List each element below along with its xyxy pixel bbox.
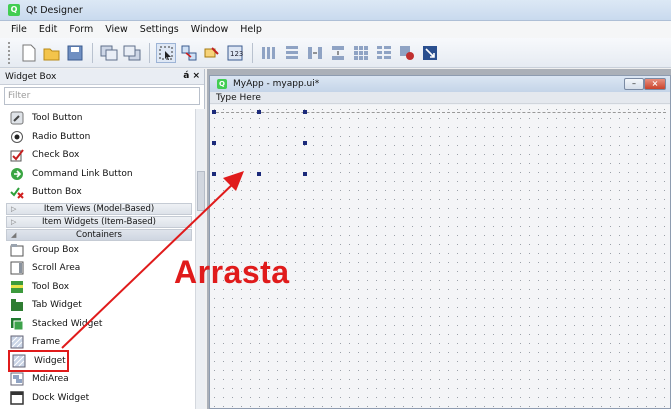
svg-text:123: 123 [230, 50, 243, 58]
category-containers[interactable]: ◢ Containers [6, 228, 192, 241]
tab-widget-icon [10, 298, 24, 312]
selection-handle[interactable] [303, 172, 307, 176]
form-menubar[interactable]: Type Here [210, 92, 670, 104]
title-bar: Q Qt Designer [0, 0, 671, 21]
toolbar-separator [149, 42, 150, 63]
drag-annotation-text: Arrasta [174, 254, 290, 290]
button-box-icon [10, 185, 24, 199]
selection-handle[interactable] [212, 141, 216, 145]
layout-grid-icon[interactable] [351, 43, 371, 63]
widget-item-frame[interactable]: Frame [4, 333, 194, 352]
category-item-views[interactable]: ▷ Item Views (Model-Based) [6, 202, 192, 215]
qt-logo-icon: Q [8, 4, 20, 16]
widget-icon [12, 354, 26, 368]
selection-handle[interactable] [257, 172, 261, 176]
layout-vertical-splitter-icon[interactable] [328, 43, 348, 63]
edit-signals-slots-icon[interactable] [179, 43, 199, 63]
expand-arrow-icon: ▷ [11, 217, 17, 226]
form-title-bar[interactable]: Q MyApp - myapp.ui* – × [210, 76, 670, 92]
bring-to-front-icon[interactable] [122, 43, 142, 63]
edit-buddies-icon[interactable] [202, 43, 222, 63]
tool-button-icon [10, 111, 24, 125]
widget-item-mdi-area[interactable]: MdiArea [4, 370, 194, 389]
layout-form-icon[interactable] [374, 43, 394, 63]
menu-settings[interactable]: Settings [134, 24, 185, 35]
widget-box-title: Widget Box [5, 71, 57, 82]
widget-item-scroll-area[interactable]: Scroll Area [4, 259, 194, 278]
edit-tab-order-icon[interactable]: 123 [225, 43, 245, 63]
selection-handle[interactable] [212, 110, 216, 114]
category-item-widgets[interactable]: ▷ Item Widgets (Item-Based) [6, 215, 192, 228]
menu-file[interactable]: File [5, 24, 33, 35]
widget-item-button-box[interactable]: Button Box [4, 183, 194, 202]
form-window[interactable]: Q MyApp - myapp.ui* – × Type Here [209, 75, 671, 409]
form-title: MyApp - myapp.ui* [233, 79, 320, 89]
widget-item-tool-box[interactable]: Tool Box [4, 278, 194, 297]
edit-widgets-icon[interactable] [156, 42, 176, 63]
main-toolbar: 123 [0, 38, 671, 68]
save-icon[interactable] [65, 43, 85, 63]
widget-item-dock-widget[interactable]: Dock Widget [4, 389, 194, 408]
radio-button-icon [10, 130, 24, 144]
widget-item-group-box[interactable]: Group Box [4, 241, 194, 260]
toolbar-grip[interactable] [8, 41, 11, 64]
new-file-icon[interactable] [19, 43, 39, 63]
send-to-back-icon[interactable] [99, 43, 119, 63]
expand-arrow-icon: ▷ [11, 204, 17, 213]
layout-horizontal-splitter-icon[interactable] [305, 43, 325, 63]
widget-item-tool-button[interactable]: Tool Button [4, 109, 194, 128]
type-here-placeholder[interactable]: Type Here [216, 93, 261, 103]
toolbar-separator [92, 42, 93, 63]
menu-help[interactable]: Help [234, 24, 268, 35]
menubar-drop-line [216, 112, 666, 113]
minimize-button[interactable]: – [624, 78, 644, 90]
menu-form[interactable]: Form [63, 24, 99, 35]
selection-handle[interactable] [212, 172, 216, 176]
check-box-icon [10, 148, 24, 162]
break-layout-icon[interactable] [397, 43, 417, 63]
mdi-area: Q MyApp - myapp.ui* – × Type Here [207, 69, 671, 409]
widget-item-radio-button[interactable]: Radio Button [4, 128, 194, 147]
filter-input[interactable]: Filter [4, 87, 200, 105]
selection-handle[interactable] [303, 110, 307, 114]
dock-widget-icon [10, 391, 24, 405]
qt-logo-icon: Q [217, 79, 227, 89]
menu-window[interactable]: Window [185, 24, 234, 35]
tool-box-icon [10, 280, 24, 294]
widget-box-header: Widget Box á × [0, 69, 204, 85]
stacked-widget-icon [10, 317, 24, 331]
close-button[interactable]: × [644, 78, 666, 90]
widget-item-command-link-button[interactable]: Command Link Button [4, 165, 194, 184]
selection-handle[interactable] [303, 141, 307, 145]
widget-box-panel: Widget Box á × Filter Tool Button Radio … [0, 69, 205, 409]
adjust-size-icon[interactable] [420, 43, 440, 63]
toolbar-separator [252, 42, 253, 63]
mdi-area-icon [10, 372, 24, 386]
selection-handle[interactable] [257, 110, 261, 114]
menu-bar: File Edit Form View Settings Window Help [0, 21, 671, 38]
widget-item-tab-widget[interactable]: Tab Widget [4, 296, 194, 315]
group-box-icon [10, 243, 24, 257]
window-title: Qt Designer [26, 4, 83, 16]
layout-vertical-icon[interactable] [282, 43, 302, 63]
widget-item-widget[interactable]: Widget [4, 349, 194, 372]
menu-view[interactable]: View [99, 24, 134, 35]
widget-item-stacked-widget[interactable]: Stacked Widget [4, 315, 194, 334]
menu-edit[interactable]: Edit [33, 24, 63, 35]
qt-designer-window: Q Qt Designer File Edit Form View Settin… [0, 0, 671, 409]
frame-icon [10, 335, 24, 349]
scrollbar-thumb[interactable] [197, 171, 205, 211]
widget-item-check-box[interactable]: Check Box [4, 146, 194, 165]
widget-list: Tool Button Radio Button Check Box Comma… [4, 109, 194, 407]
scroll-area-icon [10, 261, 24, 275]
layout-horizontal-icon[interactable] [259, 43, 279, 63]
command-link-icon [10, 167, 24, 181]
panel-float-close-icon[interactable]: á × [183, 71, 200, 81]
open-file-icon[interactable] [42, 43, 62, 63]
widget-item-highlight: Widget [8, 349, 69, 372]
collapse-arrow-icon: ◢ [11, 230, 17, 239]
